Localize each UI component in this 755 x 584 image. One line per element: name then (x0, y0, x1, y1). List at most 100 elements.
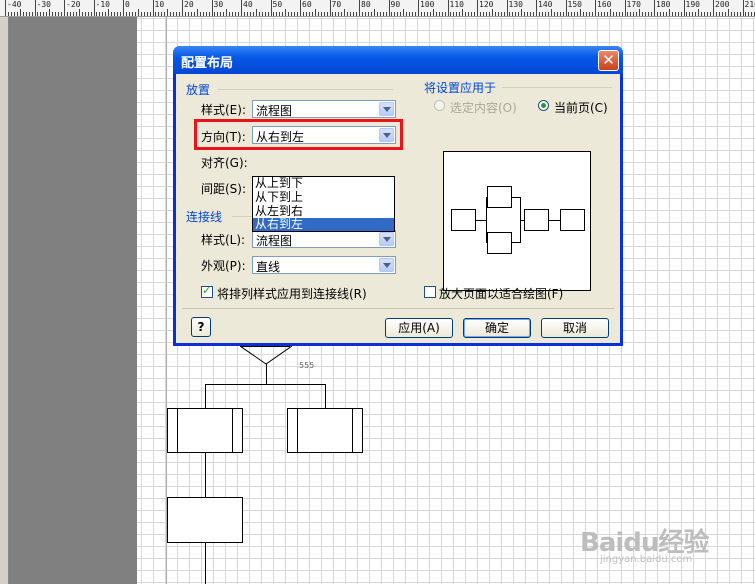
ruler-tick (506, 0, 508, 16)
box-shape[interactable] (167, 497, 243, 543)
button-separator (182, 308, 614, 309)
ruler-minor-tick (429, 12, 431, 16)
ruler-minor-tick (78, 9, 80, 16)
dialog-body: 放置 样式(E): 流程图 方向(T): 从右到左 对齐(G): 间距(S): … (176, 74, 620, 343)
ruler-minor-tick (748, 12, 750, 16)
ruler-minor-tick (55, 12, 57, 16)
chevron-down-icon[interactable] (379, 258, 394, 272)
cancel-button[interactable]: 取消 (541, 318, 609, 338)
decision-shape-bottom[interactable] (240, 346, 292, 366)
ruler-tick (477, 0, 478, 16)
ruler-tick (595, 0, 596, 16)
ruler-minor-tick (509, 12, 511, 16)
current-page-radio[interactable] (538, 100, 549, 111)
ruler-minor-tick (615, 12, 617, 16)
ruler-label: -10 (95, 0, 110, 9)
ruler-minor-tick (187, 12, 189, 16)
ruler-minor-tick (583, 12, 585, 16)
ruler-minor-tick (718, 12, 720, 16)
ruler-minor-tick (140, 12, 142, 16)
ruler-minor-tick (19, 9, 21, 16)
ruler-minor-tick (488, 12, 490, 16)
ruler-minor-tick (491, 9, 493, 16)
ruler-minor-tick (385, 12, 387, 16)
ruler-minor-tick (639, 9, 641, 16)
ruler-minor-tick (350, 12, 352, 16)
current-page-radio-label[interactable]: 当前页(C) (554, 99, 608, 116)
ruler-minor-tick (335, 12, 337, 16)
connector-style-value: 流程图 (256, 234, 293, 248)
chevron-down-icon[interactable] (379, 232, 394, 246)
direction-option-selected[interactable]: 从右到左 (253, 218, 394, 231)
ruler-minor-tick (117, 12, 119, 16)
chevron-down-icon[interactable] (379, 102, 394, 116)
ruler-minor-tick (131, 12, 133, 16)
ruler-minor-tick (25, 12, 27, 16)
appearance-select[interactable]: 直线 (252, 256, 396, 274)
connector-style-select[interactable]: 流程图 (252, 230, 396, 248)
ruler-minor-tick (353, 12, 355, 16)
ruler-minor-tick (205, 12, 207, 16)
ruler-minor-tick (114, 12, 116, 16)
layout-preview (443, 151, 591, 291)
ruler-minor-tick (662, 12, 664, 16)
ruler-minor-tick (246, 12, 248, 16)
ruler-label: 110 (449, 0, 464, 9)
direction-dropdown-list[interactable]: 从上到下 从下到上 从左到右 从右到左 (252, 176, 395, 232)
ruler-minor-tick (323, 12, 325, 16)
ruler-minor-tick (146, 12, 148, 16)
ruler-minor-tick (43, 12, 45, 16)
ruler-minor-tick (745, 12, 747, 16)
ruler-minor-tick (134, 12, 136, 16)
ruler-label: 0 (125, 0, 130, 9)
ruler-minor-tick (665, 12, 667, 16)
ruler-minor-tick (235, 12, 237, 16)
vertical-ruler (0, 17, 9, 584)
apply-routing-style-checkbox[interactable] (201, 284, 213, 298)
ruler-tick (418, 0, 419, 16)
ruler-minor-tick (99, 12, 101, 16)
ruler-minor-tick (267, 12, 269, 16)
ruler-minor-tick (606, 12, 608, 16)
close-button[interactable]: ✕ (598, 50, 619, 71)
ruler-minor-tick (161, 12, 163, 16)
ruler-tick (624, 0, 626, 16)
ruler-minor-tick (276, 12, 278, 16)
ruler-minor-tick (727, 9, 729, 16)
preview-box (487, 186, 512, 208)
ruler-minor-tick (75, 12, 77, 16)
ruler-minor-tick (105, 12, 107, 16)
ruler-minor-tick (229, 12, 231, 16)
enlarge-page-label[interactable]: 放大页面以适合绘图(F) (439, 285, 563, 302)
ruler-minor-tick (524, 12, 526, 16)
ruler-tick (329, 0, 331, 16)
dialog-titlebar[interactable]: 配置布局 ✕ (173, 46, 623, 74)
selection-radio[interactable] (434, 100, 445, 111)
group-divider (218, 89, 393, 90)
ruler-minor-tick (659, 12, 661, 16)
ruler-minor-tick (202, 12, 204, 16)
placement-style-select[interactable]: 流程图 (252, 100, 396, 118)
direction-option[interactable]: 从上到下 (253, 177, 394, 190)
ok-button[interactable]: 确定 (463, 318, 531, 338)
ruler-minor-tick (541, 12, 543, 16)
ruler-tick (5, 0, 6, 16)
placement-style-value: 流程图 (256, 104, 293, 118)
process-shape[interactable] (287, 408, 363, 453)
ruler-minor-tick (66, 12, 68, 16)
ruler-minor-tick (223, 12, 225, 16)
ruler-minor-tick (497, 12, 499, 16)
process-shape[interactable] (167, 408, 243, 453)
ruler-label: -40 (7, 0, 22, 9)
apply-button[interactable]: 应用(A) (385, 318, 453, 338)
direction-option[interactable]: 从下到上 (253, 191, 394, 204)
help-button[interactable]: ? (191, 317, 211, 337)
ruler-minor-tick (485, 12, 487, 16)
ruler-minor-tick (556, 12, 558, 16)
enlarge-page-checkbox[interactable] (424, 286, 436, 298)
ruler-minor-tick (695, 12, 697, 16)
ruler-minor-tick (739, 12, 741, 16)
ruler-minor-tick (724, 12, 726, 16)
apply-routing-style-label[interactable]: 将排列样式应用到连接线(R) (217, 285, 367, 302)
ruler-minor-tick (108, 9, 110, 16)
